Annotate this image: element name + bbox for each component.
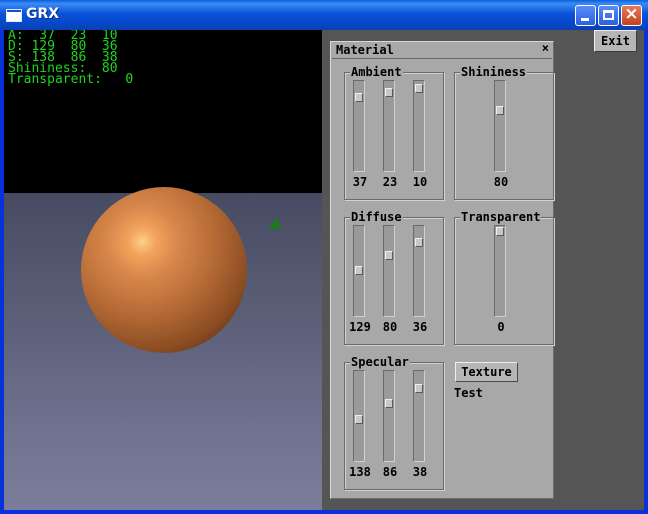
panel-close-button[interactable]: × [542,41,549,55]
maximize-icon [603,10,614,20]
panel-title: Material [336,43,394,57]
transparent-thumb[interactable] [496,227,504,236]
specular-group: Specular 138 86 38 [344,355,444,490]
rendered-sphere [81,187,247,353]
diffuse-r-thumb[interactable] [355,266,363,275]
panel-divider [332,58,552,59]
client-area: A: 37 23 10 D: 129 80 36 S: 138 86 38 Shini… [4,30,644,510]
close-window-button[interactable]: × [621,5,642,26]
specular-b-thumb[interactable] [415,384,423,393]
specular-r-thumb[interactable] [355,415,363,424]
material-readout: A: 37 23 10 D: 129 80 36 S: 138 86 38 Shini… [8,30,134,87]
window-title: GRX [26,6,60,22]
material-panel: Material × Ambient 37 23 10 Shininess 80 [330,41,554,499]
specular-b-slider[interactable] [413,370,425,462]
ambient-r-slider[interactable] [353,80,365,172]
close-icon: × [624,4,639,24]
shininess-label: Shininess [460,65,528,79]
minimize-button[interactable] [575,5,596,26]
readout-transparent: Transparent: 0 [8,72,134,87]
shininess-slider[interactable] [494,80,506,172]
specular-g-slider[interactable] [383,370,395,462]
diffuse-b-thumb[interactable] [415,238,423,247]
title-bar[interactable]: GRX × [0,0,648,30]
minimize-icon [581,18,589,21]
ambient-r-thumb[interactable] [355,93,363,102]
maximize-button[interactable] [598,5,619,26]
ambient-b-slider[interactable] [413,80,425,172]
specular-r-slider[interactable] [353,370,365,462]
ambient-group: Ambient 37 23 10 [344,65,444,200]
diffuse-b-value: 36 [412,320,428,334]
specular-label: Specular [350,355,410,369]
specular-g-thumb[interactable] [385,399,393,408]
render-viewport[interactable]: A: 37 23 10 D: 129 80 36 S: 138 86 38 Shini… [4,30,322,510]
shininess-group: Shininess 80 [454,65,554,200]
ambient-b-thumb[interactable] [415,84,423,93]
shininess-thumb[interactable] [496,106,504,115]
ambient-g-slider[interactable] [383,80,395,172]
ambient-label: Ambient [350,65,403,79]
exit-button[interactable]: Exit [594,30,637,52]
specular-b-value: 38 [412,465,428,479]
transparent-label: Transparent [460,210,542,224]
transparent-slider[interactable] [494,225,506,317]
test-label: Test [454,386,483,400]
texture-button[interactable]: Texture [455,362,518,382]
diffuse-label: Diffuse [350,210,403,224]
transparent-group: Transparent 0 [454,210,554,345]
diffuse-group: Diffuse 129 80 36 [344,210,444,345]
diffuse-g-slider[interactable] [383,225,395,317]
ambient-g-thumb[interactable] [385,88,393,97]
diffuse-b-slider[interactable] [413,225,425,317]
window-icon [6,9,22,22]
shininess-value: 80 [493,175,509,189]
transparent-value: 0 [497,320,505,334]
diffuse-r-slider[interactable] [353,225,365,317]
ambient-b-value: 10 [412,175,428,189]
app-window: GRX × A: 37 23 10 D: 129 80 36 S: 138 86 3… [0,0,648,514]
diffuse-g-thumb[interactable] [385,251,393,260]
